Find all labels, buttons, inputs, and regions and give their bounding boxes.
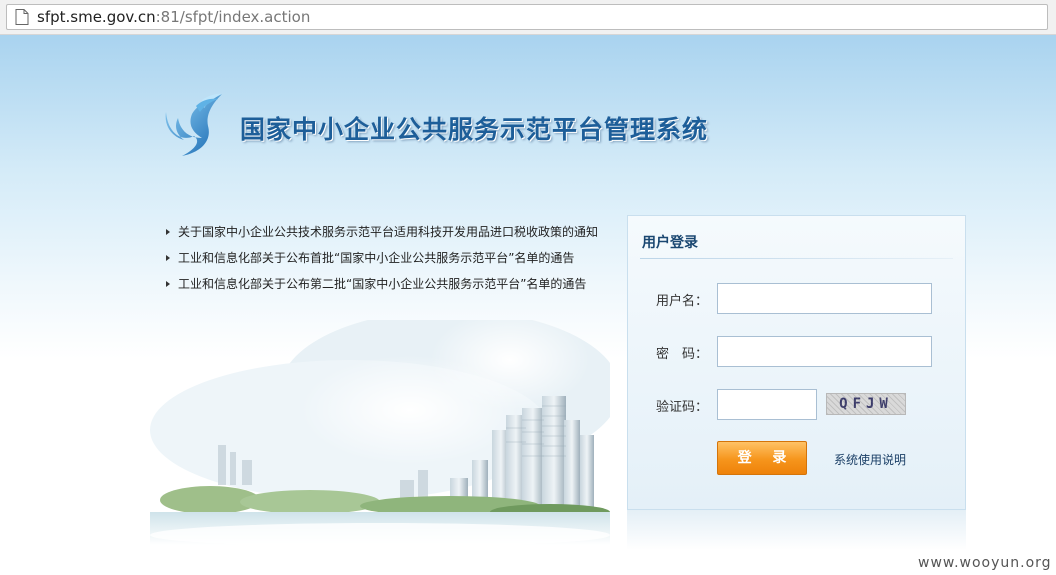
login-button[interactable]: 登 录 [717,441,807,475]
url-field[interactable]: sfpt.sme.gov.cn:81/sfpt/index.action [6,4,1048,30]
site-title: 国家中小企业公共服务示范平台管理系统 [240,115,709,144]
url-host: sfpt.sme.gov.cn [37,8,156,26]
username-input[interactable] [717,283,932,314]
news-item-text: 工业和信息化部关于公布首批“国家中小企业公共服务示范平台”名单的通告 [178,251,575,265]
login-panel: 用户登录 用户名： 密 码： 验证码： QFJW 登 录 系统使用说明 [627,215,966,510]
panel-reflection [627,510,966,550]
captcha-image[interactable]: QFJW [826,393,906,415]
login-title: 用户登录 [642,235,698,251]
wing-logo-icon [165,93,222,156]
news-item[interactable]: 工业和信息化部关于公布第二批“国家中小企业公共服务示范平台”名单的通告 [165,274,615,300]
captcha-input[interactable] [717,389,817,420]
page-icon [15,9,29,25]
city-skyline-illustration [150,320,610,545]
news-list: 关于国家中小企业公共技术服务示范平台适用科技开发用品进口税收政策的通知 工业和信… [165,222,615,300]
bullet-arrow-icon [166,229,170,235]
news-item-text: 工业和信息化部关于公布第二批“国家中小企业公共服务示范平台”名单的通告 [178,277,587,291]
system-help-link[interactable]: 系统使用说明 [834,451,906,468]
bullet-arrow-icon [166,255,170,261]
news-item[interactable]: 关于国家中小企业公共技术服务示范平台适用科技开发用品进口税收政策的通知 [165,222,615,248]
divider [640,258,953,259]
news-item-text: 关于国家中小企业公共技术服务示范平台适用科技开发用品进口税收政策的通知 [178,225,599,239]
password-input[interactable] [717,336,932,367]
captcha-label: 验证码： [656,400,709,415]
url-path: :81/sfpt/index.action [155,8,311,26]
captcha-text: QFJW [839,396,893,412]
browser-address-bar: sfpt.sme.gov.cn:81/sfpt/index.action [0,0,1056,35]
url-text: sfpt.sme.gov.cn:81/sfpt/index.action [37,8,310,26]
bullet-arrow-icon [166,281,170,287]
watermark: www.wooyun.org [918,555,1052,571]
news-item[interactable]: 工业和信息化部关于公布首批“国家中小企业公共服务示范平台”名单的通告 [165,248,615,274]
username-label: 用户名： [656,294,709,309]
password-label: 密 码： [656,347,709,362]
